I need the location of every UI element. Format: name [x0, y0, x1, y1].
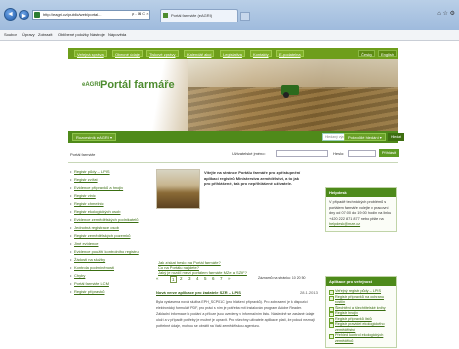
password-label: Heslo: [333, 151, 345, 156]
sidebar-item[interactable]: Jednotná registrace osob [70, 225, 150, 230]
sidebar-item[interactable]: Žádosti na služby [70, 257, 150, 262]
helpdesk-body: V případě technických problémů s portále… [326, 197, 396, 231]
new-tab-button[interactable] [240, 12, 250, 21]
nav-item-contacts[interactable]: Kontakty [250, 50, 272, 57]
divider [68, 162, 398, 163]
pager-prev[interactable]: « [156, 276, 159, 281]
public-apps-box: Aplikace pro veřejnost Veřejný registr p… [325, 276, 397, 348]
helpdesk-email-link[interactable]: helpdesk@mze.cz [329, 222, 360, 226]
menu-edit[interactable]: Úpravy [22, 32, 35, 37]
helpdesk-text: V případě technických problémů s portále… [329, 200, 392, 221]
rozcestnik-dropdown[interactable]: Rozcestník eAGRI ▾ [72, 133, 117, 141]
sidebar-item[interactable]: Chyby [70, 273, 150, 278]
menu-bar: Soubor Úpravy Zobrazit Oblíbené položky … [0, 30, 459, 41]
sidebar-item[interactable]: Registr zemědělských pozemků [70, 233, 150, 238]
back-button[interactable]: ◄ [4, 8, 17, 21]
top-navigation: Veřejná správa Obecné údaje Tiskové zprá… [68, 48, 398, 59]
public-apps-header: Aplikace pro veřejnost [326, 277, 396, 286]
section-label: Portál farmáře [70, 152, 96, 157]
news-body: Byla vystavena nová služba EPH_SCP01C (p… [156, 300, 315, 328]
sidebar-item[interactable]: Registr ekologických osob [70, 209, 150, 214]
helpdesk-header: Helpdesk [326, 188, 396, 197]
browser-tab[interactable]: Portál farmáře (eAGRI) [160, 9, 238, 22]
nav-item-general[interactable]: Obecné údaje [112, 50, 143, 57]
news-title-link[interactable]: Nová verze aplikace pro žadatele SZR – L… [156, 290, 241, 295]
menu-favorites[interactable]: Oblíbené položky [58, 32, 89, 37]
pager-page[interactable]: 3 [188, 276, 191, 281]
username-label: Uživatelské jméno: [232, 151, 266, 156]
tab-title: Portál farmáře (eAGRI) [171, 13, 213, 18]
sidebar-item[interactable]: Kontrola podmíněnosti [70, 265, 150, 270]
menu-file[interactable]: Soubor [4, 32, 17, 37]
nav-item-press[interactable]: Tiskové zprávy [146, 50, 179, 57]
address-controls[interactable]: ρ - ⊠ C × [132, 11, 149, 16]
nav-item-epodatelna[interactable]: E-podatelna [276, 50, 304, 57]
app-link[interactable]: Registr pravidel ekologického zemědělstv… [329, 322, 393, 333]
sidebar-item[interactable]: Registr zvířat [70, 177, 150, 182]
lang-english[interactable]: English [378, 50, 398, 57]
browser-toolbar: ◄ ► http://eagri.cz/public/web/portal...… [0, 0, 459, 30]
home-icon[interactable]: ⌂ [437, 11, 441, 17]
sidebar-item[interactable]: Registr půdy – LPIS [70, 169, 150, 174]
eagri-logo[interactable]: eAGRI [82, 82, 100, 88]
news-date: 28.1.2013 [300, 290, 318, 295]
advanced-search-dropdown[interactable]: Pokročilé hledání ▾ [344, 133, 386, 141]
password-field[interactable] [348, 150, 376, 157]
app-link[interactable]: Registr přípravků na ochranu rostlin [329, 295, 393, 306]
star-icon[interactable]: ☆ [443, 11, 448, 17]
public-apps-list: Veřejný registr půdy – LPIS Registr příp… [326, 286, 396, 347]
records-per-page[interactable]: Záznamů na stránku: 10 20 50 [258, 276, 305, 280]
gear-icon[interactable]: ⚙ [450, 11, 455, 17]
pager-page[interactable]: 5 [204, 276, 207, 281]
tab-favicon-icon [163, 13, 168, 18]
sidebar-item[interactable]: Registr vinic [70, 193, 150, 198]
intro-photo [156, 169, 200, 209]
pager-next[interactable]: » [228, 276, 231, 281]
menu-tools[interactable]: Nástroje [90, 32, 105, 37]
sidebar-item[interactable]: Evidence přípravků a hnojiv [70, 185, 150, 190]
username-field[interactable] [276, 150, 328, 157]
pager-page[interactable]: 4 [196, 276, 199, 281]
sidebar-item[interactable]: Registr přípravků [70, 289, 150, 294]
back-arrow-icon: ◄ [7, 11, 14, 18]
portal-title: Portál farmáře [100, 79, 175, 91]
menu-view[interactable]: Zobrazit [38, 32, 52, 37]
sidebar-item[interactable]: Registr chmelnic [70, 201, 150, 206]
search-button[interactable]: Hledat [388, 133, 404, 141]
header-banner [68, 59, 398, 131]
menu-help[interactable]: Nápověda [108, 32, 126, 37]
pager-page-current[interactable]: 1 [170, 276, 177, 283]
faq-links: Jak získat heslo na Portál farmáře? Co n… [158, 260, 247, 275]
address-text: http://eagri.cz/public/web/portal... [43, 12, 102, 17]
app-link[interactable]: Přehled kontrol ekologických zemědělců [329, 333, 393, 344]
forward-button[interactable]: ► [19, 10, 29, 20]
nav-item-legislation[interactable]: Legislativa [220, 50, 245, 57]
pager-page[interactable]: 2 [180, 276, 183, 281]
web-page: Veřejná správa Obecné údaje Tiskové zprá… [0, 41, 459, 349]
helpdesk-box: Helpdesk V případě technických problémů … [325, 187, 397, 232]
pager-page[interactable]: 7 [220, 276, 223, 281]
sidebar-menu: Registr půdy – LPIS Registr zvířat Evide… [70, 169, 150, 297]
sidebar-item[interactable]: Jiné evidence [70, 241, 150, 246]
pager-page[interactable]: 6 [212, 276, 215, 281]
forward-arrow-icon: ► [20, 13, 28, 20]
window-tools[interactable]: ⌂ ☆ ⚙ [437, 10, 455, 17]
site-favicon-icon [34, 12, 40, 18]
intro-text: Vítejte na stránce Portálu farmáře pro z… [204, 170, 301, 186]
lang-czech[interactable]: Česky [358, 50, 376, 57]
sub-navigation: Rozcestník eAGRI ▾ Hledaný výraz Hledat … [68, 131, 404, 143]
sidebar-item[interactable]: Portál farmáře LCM [70, 281, 150, 286]
login-button[interactable]: Přihlásit [379, 149, 399, 157]
sidebar-item[interactable]: Evidence použití kontrolního registru [70, 249, 150, 254]
sidebar-item[interactable]: Evidence zemědělských podnikatelů [70, 217, 150, 222]
nav-item-calendar[interactable]: Kalendář akcí [184, 50, 215, 57]
tractor-image [281, 85, 299, 98]
nav-item-public-admin[interactable]: Veřejná správa [74, 50, 107, 57]
